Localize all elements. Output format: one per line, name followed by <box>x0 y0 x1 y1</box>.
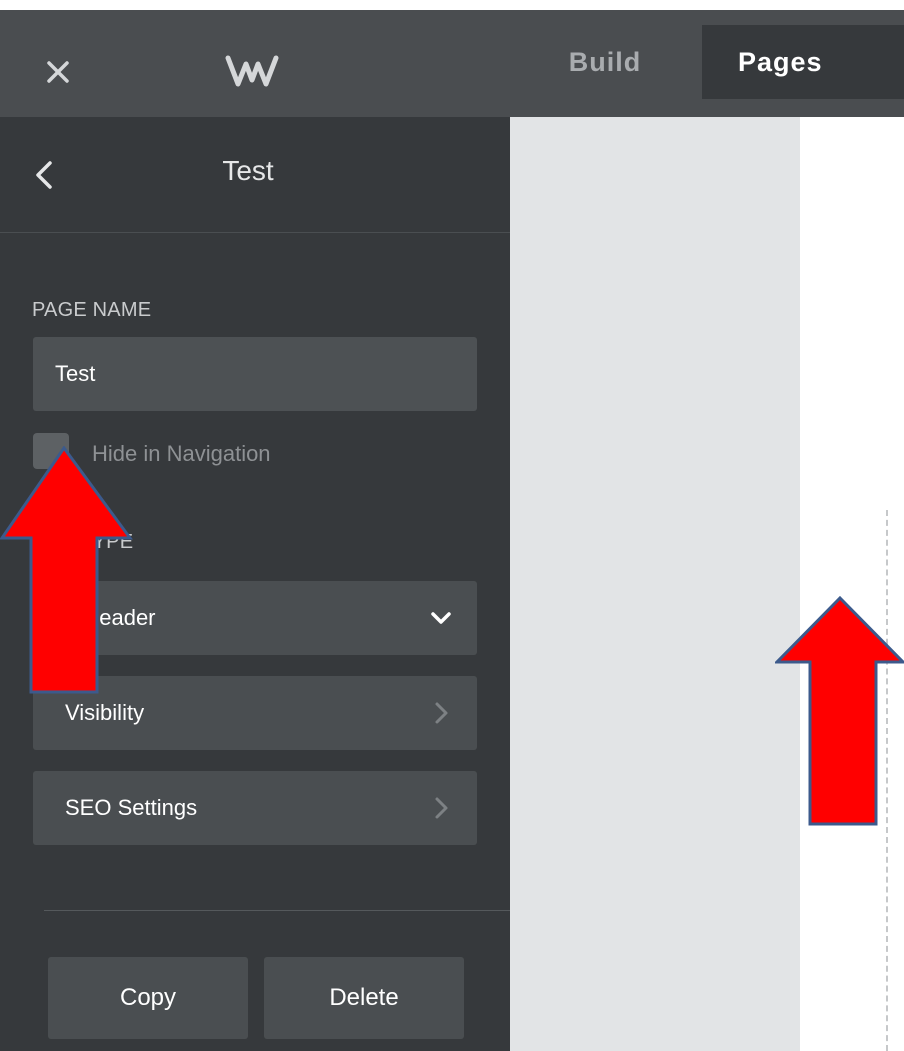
divider <box>44 910 510 911</box>
seo-settings-label: SEO Settings <box>65 795 198 820</box>
chevron-right-icon <box>435 702 448 724</box>
delete-button[interactable]: Delete <box>264 957 464 1039</box>
annotation-arrow-right <box>775 596 904 826</box>
top-strip <box>0 0 904 10</box>
seo-settings-row[interactable]: SEO Settings <box>33 771 477 845</box>
weebly-logo-icon[interactable] <box>222 50 282 90</box>
chevron-right-icon <box>435 797 448 819</box>
tab-build[interactable]: Build <box>540 25 670 99</box>
editor-canvas-page <box>800 117 904 1051</box>
divider <box>0 232 510 233</box>
page-name-input[interactable]: Test <box>33 337 477 411</box>
sidebar-title-text: Test <box>222 155 274 186</box>
copy-button[interactable]: Copy <box>48 957 248 1039</box>
sidebar-title: Test <box>0 155 510 187</box>
editor-canvas-margin <box>510 117 800 1051</box>
page-name-label: PAGE NAME <box>32 299 152 321</box>
tab-pages[interactable]: Pages <box>702 25 904 99</box>
chevron-down-icon <box>431 612 451 624</box>
close-icon <box>47 61 69 83</box>
close-button[interactable] <box>40 54 76 90</box>
top-bar: Build Pages <box>0 10 904 117</box>
annotation-arrow-left <box>0 446 133 694</box>
